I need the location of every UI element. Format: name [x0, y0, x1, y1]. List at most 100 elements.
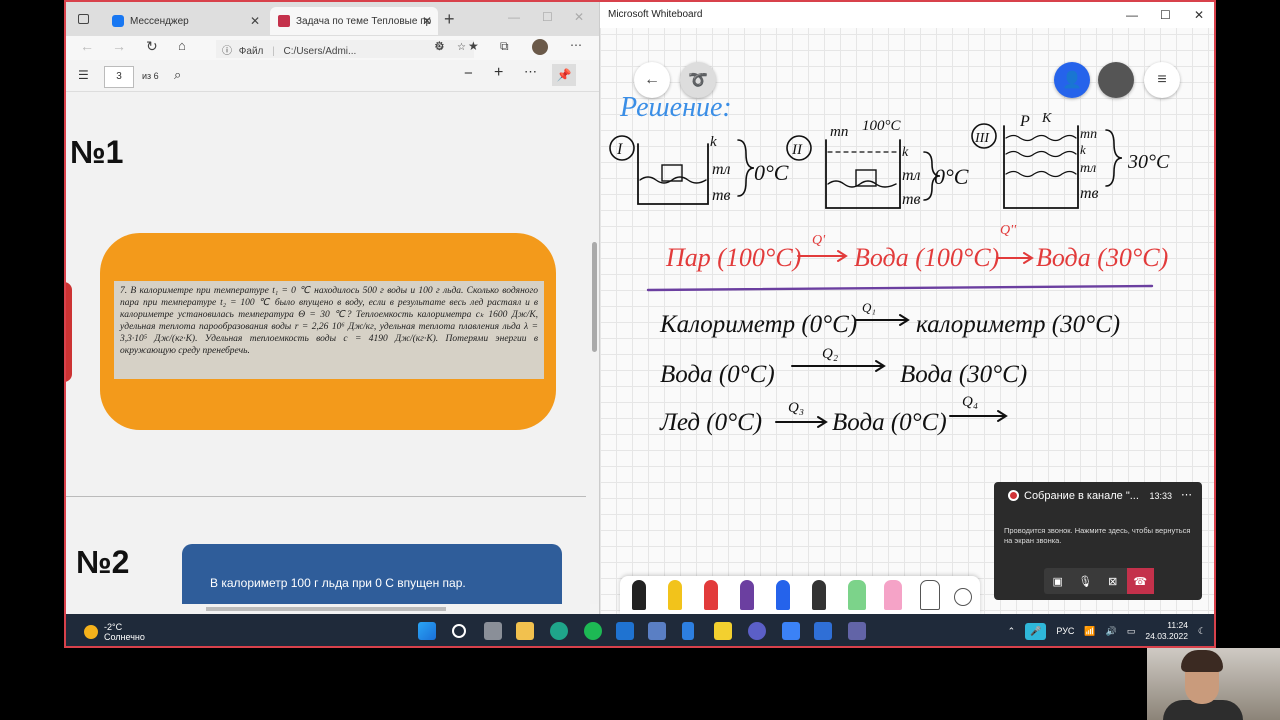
green-highlighter-tool[interactable] — [848, 580, 866, 610]
horizontal-scrollbar[interactable] — [66, 604, 590, 614]
ink-wave — [1005, 170, 1077, 178]
ink-ice — [661, 164, 683, 182]
favorite-add-icon[interactable]: ☆ — [457, 42, 466, 53]
call-message[interactable]: Проводится звонок. Нажмите здесь, чтобы … — [1004, 526, 1194, 546]
camera-icon[interactable]: ▣ — [1044, 568, 1072, 594]
teams-call-popup[interactable]: Собрание в канале "... 13:33 ⋯ Проводитс… — [994, 482, 1202, 600]
ink-roman-3: III — [974, 131, 990, 146]
clock[interactable]: 11:24 24.03.2022 — [1145, 620, 1188, 642]
vertical-scrollbar[interactable] — [589, 92, 599, 604]
decor-shape — [66, 282, 72, 382]
collections-icon[interactable]: ⧉ — [500, 39, 509, 54]
hang-up-button[interactable]: ☎ — [1126, 568, 1154, 594]
sidebar-icon[interactable] — [78, 14, 89, 24]
start-icon[interactable] — [418, 622, 436, 640]
live-indicator-icon — [1008, 490, 1019, 501]
more-icon[interactable]: ⋯ — [1181, 488, 1192, 501]
search-icon[interactable] — [452, 624, 466, 638]
ink-red-text: Пар (100°C) — [665, 243, 801, 272]
tab-label: Мессенджер — [130, 15, 189, 27]
extensions-icon[interactable]: ⚙ — [434, 39, 445, 53]
whiteboard-icon[interactable] — [814, 622, 832, 640]
more-icon[interactable]: ⋯ — [570, 38, 582, 52]
pdf-viewer[interactable]: №1 7. В калориметре при температуре t₁ =… — [66, 92, 590, 604]
zoom-out-icon[interactable]: − — [464, 65, 473, 82]
ink-label: P — [1019, 113, 1030, 130]
ink-ice — [855, 169, 877, 187]
purple-pen-tool[interactable] — [740, 580, 754, 610]
ink-vessel-2 — [825, 139, 901, 209]
microphone-icon[interactable]: 🎙 — [1072, 568, 1100, 594]
photos-icon[interactable] — [648, 622, 666, 640]
ink-red-text: Q'' — [1000, 223, 1017, 238]
ink-arrow — [855, 314, 910, 326]
sticky-notes-icon[interactable] — [714, 622, 732, 640]
pin-icon[interactable]: 📌 — [552, 64, 576, 86]
battery-icon[interactable]: ▭ — [1127, 626, 1136, 637]
maximize-icon[interactable]: ☐ — [542, 10, 553, 24]
close-window-icon[interactable]: ✕ — [574, 10, 584, 24]
microphone-active-icon[interactable]: 🎤 — [1025, 622, 1047, 640]
close-icon[interactable]: ✕ — [422, 14, 432, 28]
problem-card-2-text: В калориметр 100 г льда при 0 С впущен п… — [210, 576, 466, 590]
ink-arrow — [997, 252, 1034, 264]
problem-heading-2: №2 — [76, 544, 130, 580]
meeting-title: Собрание в канале "... — [1024, 490, 1139, 502]
scroll-thumb[interactable] — [592, 242, 597, 352]
blue-pen-tool[interactable] — [776, 580, 790, 610]
contents-icon[interactable]: ☰ — [78, 68, 89, 82]
ink-label: 100°C — [862, 118, 901, 134]
page-number-input[interactable]: 3 — [104, 66, 134, 88]
system-tray: ⌃ 🎤 РУС 📶 🔊 ▭ 11:24 24.03.2022 ☾ — [1008, 620, 1206, 642]
address-prefix: Файл — [238, 46, 264, 57]
search-icon[interactable]: ⌕ — [174, 67, 181, 83]
black-pen-tool[interactable] — [632, 580, 646, 610]
lasso-select-icon[interactable] — [954, 588, 972, 606]
share-screen-icon[interactable]: ⊠ — [1099, 568, 1127, 594]
ink-vessel-3 — [1003, 125, 1079, 209]
ink-temp: 0°C — [934, 164, 969, 189]
black-pen-2-tool[interactable] — [812, 580, 826, 610]
language-indicator[interactable]: РУС — [1056, 626, 1074, 636]
ink-label: mп — [830, 124, 848, 140]
home-icon[interactable]: ⌂ — [178, 38, 186, 53]
forward-icon[interactable]: → — [112, 38, 126, 54]
ink-label: k — [710, 134, 717, 150]
red-pen-tool[interactable] — [704, 580, 718, 610]
more-icon[interactable]: ⋯ — [524, 64, 537, 80]
mail-icon[interactable] — [616, 622, 634, 640]
calendar-icon[interactable] — [782, 622, 800, 640]
weather-widget[interactable]: -2°C Солнечно — [84, 622, 145, 642]
ink-brace — [1105, 129, 1123, 187]
ink-label: k — [902, 145, 909, 160]
ink-label: K — [1041, 111, 1052, 126]
chevron-up-icon[interactable]: ⌃ — [1008, 626, 1016, 637]
notifications-icon[interactable]: ☾ — [1198, 626, 1206, 637]
ink-brace — [737, 139, 755, 197]
edge-icon[interactable] — [550, 622, 568, 640]
wifi-icon[interactable]: 📶 — [1084, 626, 1095, 637]
spotify-icon[interactable] — [584, 622, 602, 640]
refresh-icon[interactable]: ↻ — [146, 38, 158, 55]
favorites-icon[interactable]: ★ — [468, 39, 479, 53]
ink-black-text: Q₁ — [862, 300, 876, 315]
ink-arrow — [791, 360, 886, 372]
teams-icon[interactable] — [848, 622, 866, 640]
ruler-tool[interactable] — [920, 580, 940, 610]
scroll-thumb[interactable] — [206, 607, 446, 611]
tab-problem[interactable]: Задача по теме Тепловые пр... ✕ — [270, 7, 438, 35]
new-tab-icon[interactable]: + — [444, 9, 455, 30]
minimize-icon[interactable]: — — [508, 10, 520, 24]
task-view-icon[interactable] — [484, 622, 502, 640]
volume-icon[interactable]: 🔊 — [1106, 626, 1117, 637]
teams-meeting-icon[interactable] — [748, 622, 766, 640]
pink-highlighter-tool[interactable] — [884, 580, 902, 610]
profile-avatar[interactable] — [532, 39, 548, 55]
file-explorer-icon[interactable] — [516, 622, 534, 640]
back-icon[interactable]: ← — [80, 38, 94, 54]
yellow-pen-tool[interactable] — [668, 580, 682, 610]
tab-messenger[interactable]: Мессенджер ✕ — [104, 7, 266, 35]
zoom-in-icon[interactable]: + — [494, 64, 503, 82]
close-icon[interactable]: ✕ — [250, 14, 260, 28]
phone-link-icon[interactable] — [682, 622, 694, 640]
